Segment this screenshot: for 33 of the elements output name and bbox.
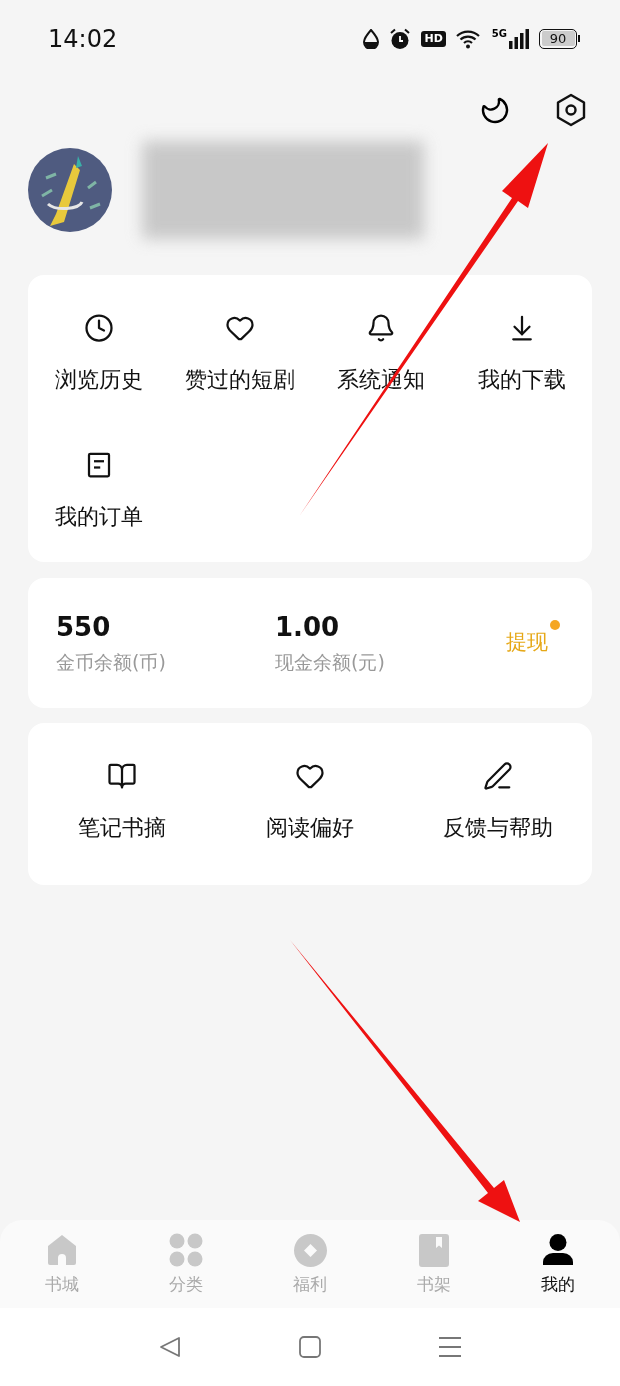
menu-icon[interactable] [439, 1336, 461, 1358]
battery-indicator: 90 [539, 28, 580, 49]
grid-icon [169, 1233, 203, 1267]
clock-icon [83, 313, 114, 343]
back-icon[interactable] [159, 1336, 181, 1358]
bookmark-book-icon [419, 1233, 449, 1267]
shortcut-item[interactable]: 我的订单 [28, 450, 169, 532]
drop-icon [363, 28, 380, 49]
coin-icon [293, 1233, 327, 1267]
settings-button[interactable] [554, 93, 588, 127]
signal-icon [509, 28, 529, 49]
status-time: 14:02 [48, 23, 118, 55]
avatar[interactable] [28, 148, 112, 232]
shortcut-item[interactable]: 我的下载 [451, 313, 592, 395]
home-square-icon[interactable] [299, 1336, 321, 1358]
balance-label: 金币余额(币) [56, 650, 167, 675]
tool-item[interactable]: 阅读偏好 [216, 761, 404, 843]
tool-item[interactable]: 笔记书摘 [28, 761, 216, 843]
shortcut-item[interactable]: 赞过的短剧 [169, 313, 310, 395]
balance-value: 550 [56, 611, 112, 643]
network-label: 5G [491, 28, 507, 39]
book-icon [107, 761, 137, 791]
person-icon [543, 1234, 573, 1266]
wifi-icon [455, 28, 482, 49]
shortcut-item[interactable]: 浏览历史 [28, 313, 169, 395]
home-icon [47, 1234, 77, 1266]
alarm-icon [389, 27, 412, 50]
tab-item[interactable]: 我的 [496, 1220, 620, 1308]
hd-badge: HD [421, 30, 446, 47]
balance-value: 1.00 [275, 611, 341, 643]
pen-icon [483, 761, 513, 791]
tool-item[interactable]: 反馈与帮助 [404, 761, 592, 843]
balance-label: 现金余额(元) [275, 650, 386, 675]
